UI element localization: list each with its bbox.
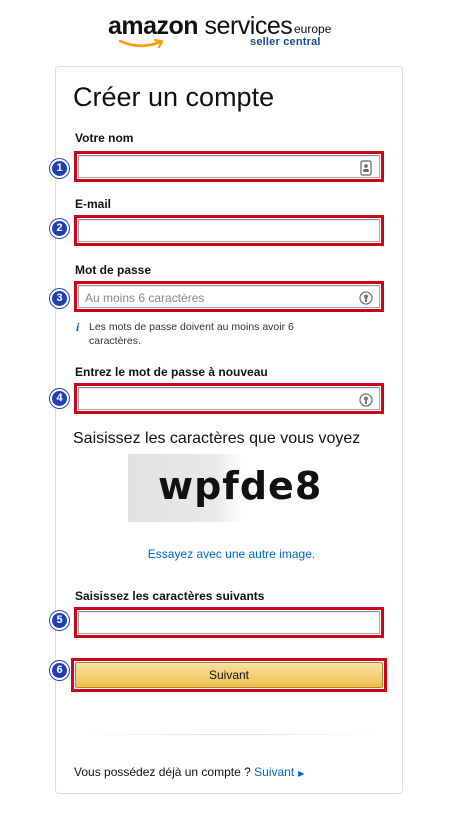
captcha-other-image: Essayez avec une autre image. — [0, 547, 463, 561]
password-input[interactable] — [85, 289, 355, 307]
password-field-box — [78, 285, 380, 308]
password-repeat-label: Entrez le mot de passe à nouveau — [75, 365, 268, 379]
amazon-services-logo: amazon services europe seller central — [108, 10, 348, 50]
password-hint: i Les mots de passe doivent au moins avo… — [76, 320, 346, 348]
password-manager-icon — [359, 291, 373, 305]
captcha-field-box — [78, 611, 380, 634]
logo-region: europe — [294, 22, 332, 36]
page-title: Créer un compte — [73, 82, 275, 112]
contact-card-icon — [360, 160, 372, 176]
password-manager-icon — [359, 393, 373, 407]
password-field — [74, 281, 384, 312]
captcha-input[interactable] — [85, 615, 355, 633]
name-input[interactable] — [85, 159, 355, 177]
captcha-text: wpfde8 — [158, 464, 323, 508]
step-badge-1: 1 — [50, 159, 69, 178]
step-badge-5: 5 — [50, 611, 69, 630]
captcha-field — [74, 607, 384, 638]
logo-subtitle: seller central — [250, 36, 321, 48]
captcha-input-label: Saisissez les caractères suivants — [75, 589, 265, 603]
password-hint-text: Les mots de passe doivent au moins avoir… — [89, 321, 294, 347]
other-image-link[interactable]: Essayez avec une autre image. — [148, 547, 315, 561]
step-badge-6: 6 — [50, 661, 69, 680]
password-repeat-field — [74, 383, 384, 414]
amazon-smile-icon — [118, 39, 164, 49]
step-badge-4: 4 — [50, 389, 69, 408]
email-input[interactable] — [85, 223, 355, 241]
password-repeat-field-box — [78, 387, 380, 410]
name-field-box — [78, 155, 380, 178]
password-label: Mot de passe — [75, 263, 152, 277]
name-label: Votre nom — [75, 131, 134, 145]
existing-account-row: Vous possédez déjà un compte ? Suivant ▶ — [74, 765, 304, 779]
signin-link[interactable]: Suivant — [254, 765, 294, 779]
name-field — [74, 151, 384, 182]
existing-account-text: Vous possédez déjà un compte ? — [74, 765, 251, 779]
submit-highlight: Suivant — [71, 658, 387, 692]
email-label: E-mail — [75, 197, 112, 211]
divider — [75, 734, 383, 735]
password-repeat-input[interactable] — [85, 391, 355, 409]
info-icon: i — [76, 320, 80, 334]
submit-button[interactable]: Suivant — [75, 662, 383, 688]
step-badge-3: 3 — [50, 289, 69, 308]
step-badge-2: 2 — [50, 219, 69, 238]
captcha-image: wpfde8 — [128, 454, 323, 522]
email-field-box — [78, 219, 380, 242]
caret-right-icon: ▶ — [298, 769, 305, 778]
captcha-heading: Saisissez les caractères que vous voyez — [73, 430, 361, 447]
email-field — [74, 215, 384, 246]
